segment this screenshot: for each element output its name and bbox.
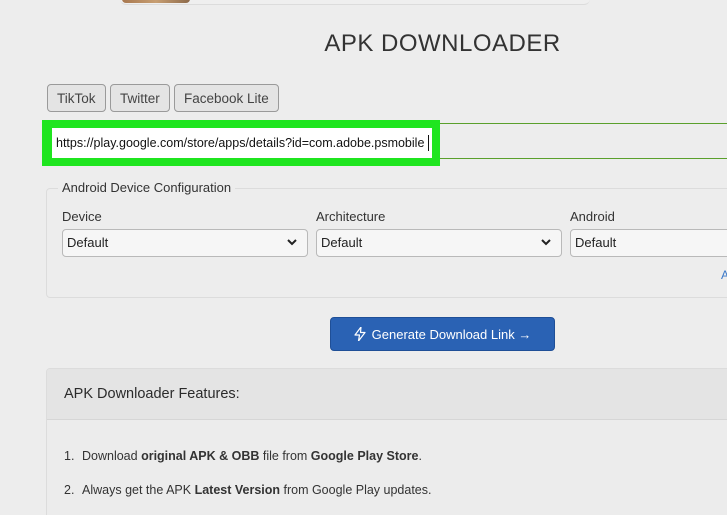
page-title: APK DOWNLOADER (324, 30, 561, 57)
header-image-thumbnail (122, 0, 190, 3)
device-label: Device (62, 209, 102, 224)
feature-text-bold: Latest Version (194, 483, 281, 497)
quick-link-tiktok[interactable]: TikTok (47, 84, 106, 112)
feature-text: Always get the APK (82, 483, 195, 497)
feature-number: 2. (64, 483, 75, 497)
generate-button-label: Generate Download Link → (371, 326, 532, 342)
url-input-border (440, 123, 727, 159)
chevron-down-icon (541, 239, 551, 246)
app-url-input[interactable] (52, 128, 432, 158)
bolt-icon (354, 327, 366, 341)
android-select[interactable]: Default (570, 229, 727, 257)
android-select-value: Default (575, 235, 617, 250)
text-caret (428, 135, 429, 151)
generate-download-link-button[interactable]: Generate Download Link → (330, 317, 555, 351)
architecture-select-value: Default (321, 235, 363, 250)
architecture-select[interactable]: Default (316, 229, 562, 257)
device-select[interactable]: Default (62, 229, 308, 257)
feature-text-bold: APK & OBB (186, 449, 260, 463)
features-title: APK Downloader Features: (64, 386, 240, 402)
feature-text: file from (259, 449, 311, 463)
feature-item: 2. Always get the APK Latest Version from… (64, 483, 432, 497)
feature-item: 1. Download original APK & OBB file from … (64, 449, 422, 463)
feature-text: . (418, 449, 422, 463)
feature-text-bold: original (141, 449, 187, 463)
device-select-value: Default (67, 235, 109, 250)
architecture-label: Architecture (316, 209, 386, 224)
android-label: Android (570, 209, 615, 224)
top-header-remnant (120, 0, 590, 5)
quick-link-twitter[interactable]: Twitter (110, 84, 170, 112)
truncated-link[interactable]: A (721, 268, 727, 282)
quick-link-facebook-lite[interactable]: Facebook Lite (174, 84, 279, 112)
feature-text: Download (82, 449, 142, 463)
apk-downloader-page: APK DOWNLOADER TikTok Twitter Facebook L… (0, 0, 727, 515)
feature-text-bold: Google Play Store (310, 449, 419, 463)
feature-text: from Google Play updates. (280, 483, 432, 497)
device-config-legend: Android Device Configuration (58, 180, 236, 195)
feature-number: 1. (64, 449, 75, 463)
chevron-down-icon (287, 239, 297, 246)
